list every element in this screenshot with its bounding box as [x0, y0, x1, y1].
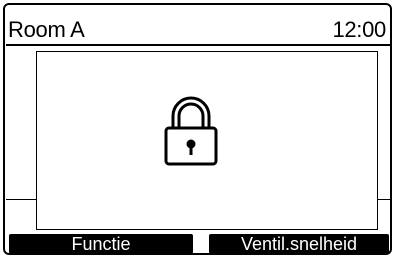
lock-icon — [164, 96, 218, 166]
left-divider — [6, 199, 36, 200]
fan-speed-softkey[interactable]: Ventil.snelheid — [209, 234, 389, 254]
function-softkey[interactable]: Functie — [9, 234, 193, 254]
room-title: Room A — [8, 17, 85, 42]
right-divider — [378, 199, 390, 200]
clock-time: 12:00 — [332, 17, 386, 42]
header-divider — [6, 44, 390, 46]
